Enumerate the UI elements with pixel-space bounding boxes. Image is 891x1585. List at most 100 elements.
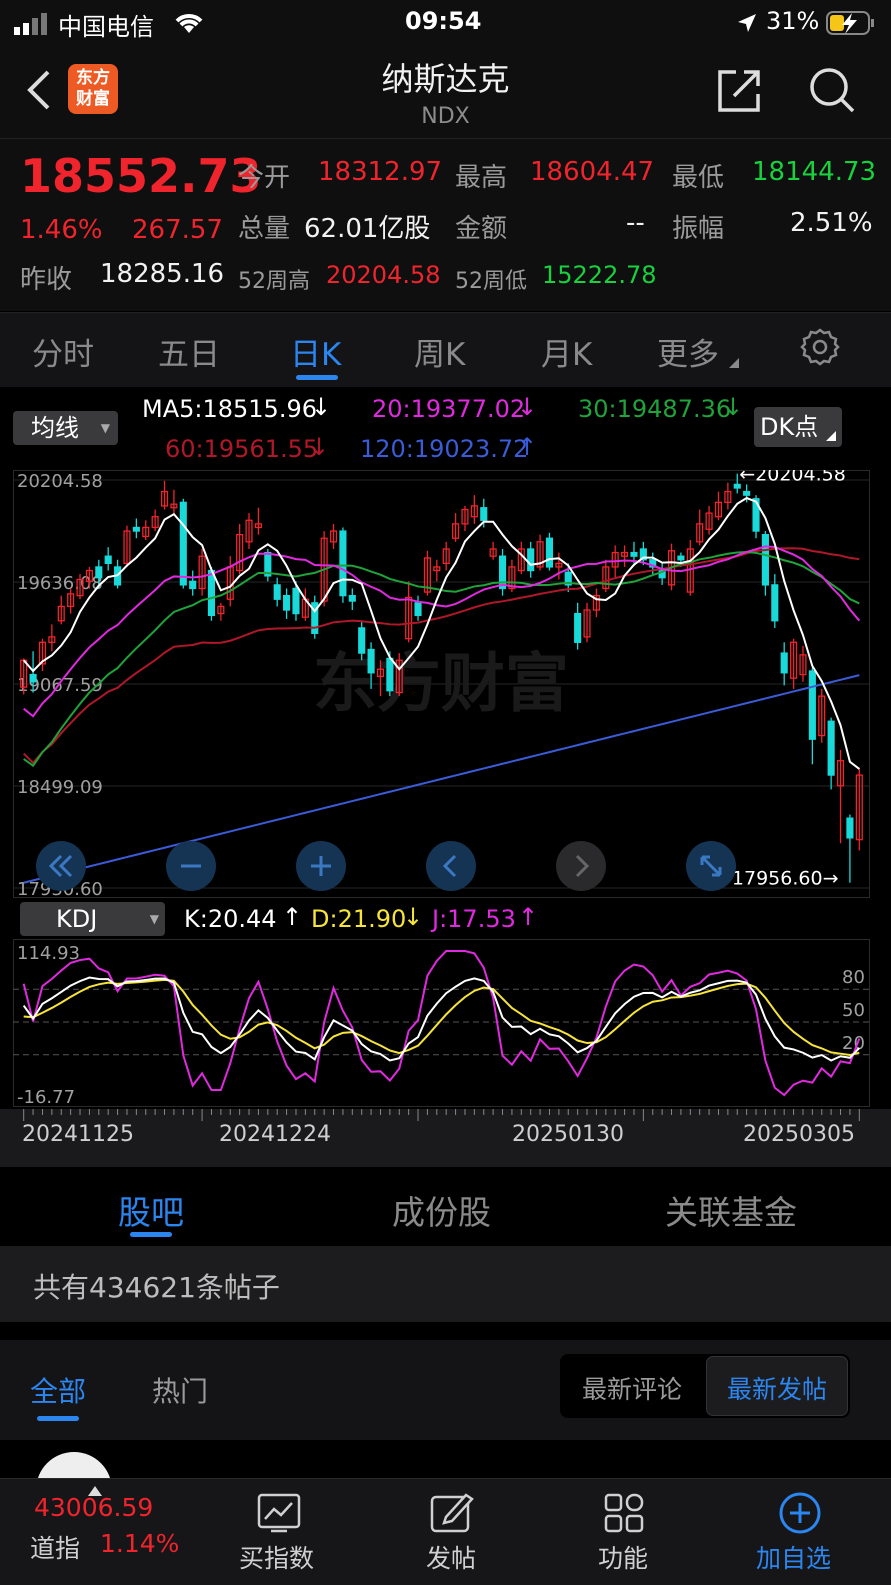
candle-body bbox=[95, 566, 103, 579]
candle-body bbox=[677, 555, 685, 561]
quote-panel: 18552.73 1.46% 267.57 昨收 18285.16 今开 183… bbox=[0, 139, 891, 311]
sort-latest-post-label: 最新发帖 bbox=[726, 1375, 827, 1404]
fullscreen-button[interactable] bbox=[686, 841, 736, 891]
sort-latest-post[interactable]: 最新发帖 bbox=[706, 1356, 848, 1416]
kdj-level-label: 20 bbox=[842, 1033, 865, 1054]
step-left-button[interactable] bbox=[426, 841, 476, 891]
candle-body bbox=[827, 720, 835, 776]
ma5-arrow-icon: ↓ bbox=[311, 393, 332, 421]
candle-body bbox=[132, 526, 140, 532]
filter-all[interactable]: 全部 bbox=[30, 1370, 86, 1410]
add-watchlist-label: 加自选 bbox=[756, 1544, 832, 1573]
candle-body bbox=[545, 537, 554, 568]
amount-label: 金额 bbox=[455, 214, 508, 244]
amplitude-value: 2.51% bbox=[790, 208, 873, 238]
open-label: 今开 bbox=[238, 163, 291, 193]
section-tabs: 股吧 成份股 关联基金 bbox=[0, 1170, 891, 1244]
open-value: 18312.97 bbox=[318, 157, 443, 187]
watermark-text: 东方财富 bbox=[313, 647, 569, 721]
candle-body bbox=[846, 817, 854, 839]
tab-five-day[interactable]: 五日 bbox=[158, 329, 220, 374]
bottom-bar: 43006.59 道指 1.14% 买指数 发帖 功能 加自选 bbox=[0, 1478, 891, 1585]
kdj-select-label: KDJ bbox=[56, 905, 98, 933]
rewind-button[interactable] bbox=[36, 841, 86, 891]
kdj-j-line bbox=[22, 950, 861, 1097]
candle-body bbox=[498, 555, 507, 590]
tab-guba[interactable]: 股吧 bbox=[118, 1186, 184, 1234]
tab-weekly-k[interactable]: 周K bbox=[414, 329, 465, 374]
ma-indicator-select[interactable]: 均线 ▼ bbox=[13, 411, 118, 445]
chevron-right-icon bbox=[575, 854, 590, 878]
ma30-value: 30:19487.36 bbox=[578, 395, 732, 423]
low52-value: 15222.78 bbox=[542, 261, 657, 289]
candle-body bbox=[386, 657, 394, 692]
kdj-k-value: K:20.44 bbox=[184, 905, 277, 933]
tab-monthly-k[interactable]: 月K bbox=[541, 329, 592, 374]
prev-close-value: 18285.16 bbox=[100, 259, 225, 289]
share-icon bbox=[718, 70, 760, 112]
step-right-button[interactable] bbox=[556, 841, 606, 891]
index-value: 43006.59 bbox=[34, 1493, 154, 1522]
post-button[interactable]: 发帖 bbox=[400, 1479, 500, 1585]
kdj-level-label: 50 bbox=[842, 1000, 865, 1021]
kdj-plot[interactable]: 80 50 20 114.93 -16.77 bbox=[13, 939, 870, 1107]
share-button[interactable] bbox=[716, 66, 764, 118]
add-watchlist-button[interactable]: 加自选 bbox=[744, 1479, 864, 1585]
candle-body bbox=[339, 530, 347, 597]
post-label: 发帖 bbox=[426, 1544, 477, 1573]
zoom-in-button[interactable] bbox=[296, 841, 346, 891]
prev-close-label: 昨收 bbox=[20, 265, 73, 295]
filter-hot[interactable]: 热门 bbox=[152, 1370, 208, 1410]
ma20-value: 20:19377.02 bbox=[372, 395, 526, 423]
dk-point-label: DK点 bbox=[760, 413, 819, 441]
battery-percent: 31% bbox=[766, 7, 820, 35]
sort-latest-comment[interactable]: 最新评论 bbox=[582, 1370, 682, 1406]
ma30-arrow-icon: ↓ bbox=[723, 393, 744, 421]
tab-related-funds[interactable]: 关联基金 bbox=[665, 1186, 797, 1234]
signal-icon bbox=[14, 13, 52, 39]
nav-bar: 东方 财富 纳斯达克 NDX bbox=[0, 46, 891, 139]
date-label-2: 20241224 bbox=[219, 1122, 331, 1147]
buy-index-label: 买指数 bbox=[239, 1544, 315, 1573]
buy-index-button[interactable]: 买指数 bbox=[225, 1479, 335, 1585]
high-label: 最高 bbox=[455, 163, 508, 193]
minus-icon bbox=[181, 864, 201, 868]
candle-body bbox=[348, 595, 356, 602]
post-count: 共有434621条帖子 bbox=[33, 1271, 280, 1304]
search-button[interactable] bbox=[808, 66, 856, 118]
post-count-bar: 共有434621条帖子 bbox=[0, 1246, 891, 1322]
kline-plot[interactable]: 20204.5819636.0819067.5918499.0917930.60… bbox=[13, 470, 870, 898]
index-ticker[interactable]: 43006.59 道指 1.14% bbox=[0, 1479, 190, 1585]
kline-chart-area: 均线 ▼ MA5:18515.96 ↓ 20:19377.02 ↓ 30:194… bbox=[0, 387, 891, 1170]
expand-icon bbox=[700, 855, 722, 877]
search-icon bbox=[810, 68, 855, 113]
max-price-marker: ←20204.58 bbox=[739, 470, 846, 486]
low52-label: 52周低 bbox=[455, 269, 527, 294]
change-percent: 1.46% bbox=[20, 215, 103, 245]
kdj-j-value: J:17.53 bbox=[432, 905, 516, 933]
tab-intraday[interactable]: 分时 bbox=[32, 329, 94, 374]
low-value: 18144.73 bbox=[752, 157, 877, 187]
chart-trend-icon bbox=[257, 1493, 301, 1533]
ma5-value: MA5:18515.96 bbox=[142, 395, 317, 423]
y-tick-label: 20204.58 bbox=[17, 471, 103, 492]
tab-constituents[interactable]: 成份股 bbox=[392, 1186, 491, 1234]
min-price-marker: 17956.60→ bbox=[732, 868, 839, 890]
dk-point-button[interactable]: DK点 bbox=[754, 407, 842, 447]
candle-body bbox=[283, 595, 291, 611]
candle-body bbox=[630, 551, 638, 557]
kdj-indicator-select[interactable]: KDJ ▼ bbox=[20, 902, 165, 936]
settings-button[interactable] bbox=[800, 327, 840, 371]
tab-more[interactable]: 更多 bbox=[657, 329, 719, 374]
tab-daily-k[interactable]: 日K bbox=[290, 329, 341, 374]
sort-toggle: 最新评论 最新发帖 bbox=[560, 1354, 850, 1418]
post-filter-bar: 全部 热门 最新评论 最新发帖 bbox=[0, 1340, 891, 1440]
ma20-arrow-icon: ↓ bbox=[517, 393, 538, 421]
functions-button[interactable]: 功能 bbox=[572, 1479, 672, 1585]
double-chevron-left-icon bbox=[48, 854, 73, 878]
chevron-left-icon bbox=[442, 854, 457, 878]
high-value: 18604.47 bbox=[530, 157, 655, 187]
zoom-out-button[interactable] bbox=[166, 841, 216, 891]
dropdown-triangle-icon bbox=[729, 353, 739, 372]
index-name: 道指 bbox=[30, 1534, 81, 1563]
